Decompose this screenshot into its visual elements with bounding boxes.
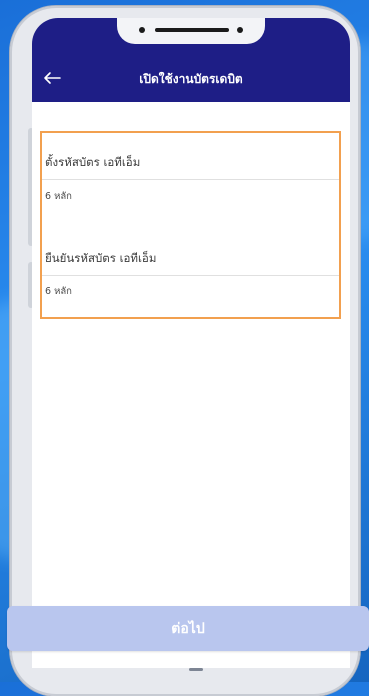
arrow-left-icon — [44, 72, 61, 84]
confirm-pin-label: ยืนยันรหัสบัตร เอทีเอ็ม — [45, 251, 157, 265]
home-indicator — [189, 668, 203, 671]
phone-notch — [117, 18, 265, 44]
phone-screen: เปิดใช้งานบัตรเดบิต ตั้งรหัสบัตร เอทีเอ็… — [32, 18, 350, 668]
page-title: เปิดใช้งานบัตรเดบิต — [139, 72, 243, 86]
sensor-icon — [237, 27, 243, 33]
set-pin-label: ตั้งรหัสบัตร เอทีเอ็ม — [45, 155, 141, 169]
camera-icon — [139, 27, 145, 33]
back-button[interactable] — [42, 70, 62, 86]
divider — [42, 275, 339, 276]
divider — [42, 179, 339, 180]
app-header: เปิดใช้งานบัตรเดบิต — [32, 18, 350, 102]
set-pin-input[interactable]: 6 หลัก — [45, 188, 325, 206]
pin-form: ตั้งรหัสบัตร เอทีเอ็ม 6 หลัก ยืนยันรหัสบ… — [40, 131, 341, 319]
next-button[interactable]: ต่อไป — [7, 606, 369, 651]
confirm-pin-input[interactable]: 6 หลัก — [45, 283, 325, 301]
speaker-icon — [155, 28, 229, 32]
